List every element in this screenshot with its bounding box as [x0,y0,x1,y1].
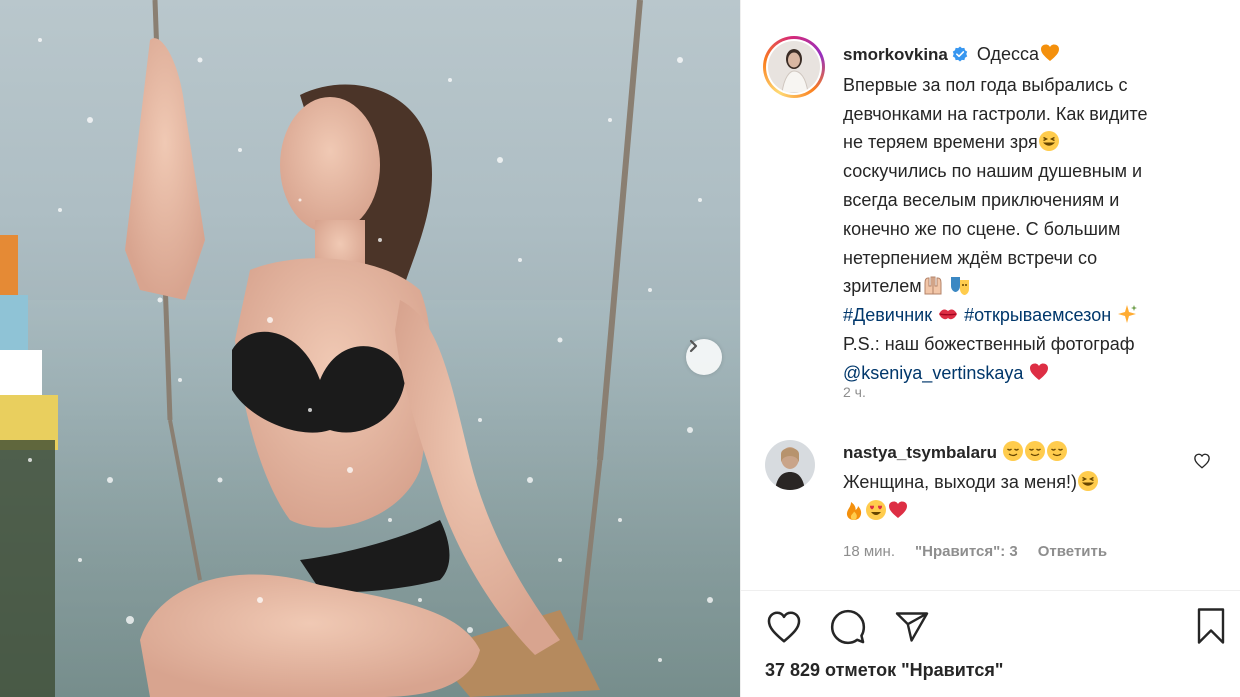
mention-link[interactable]: @kseniya_vertinskaya [843,363,1023,383]
red-heart-icon [887,499,909,521]
like-button[interactable] [763,606,805,648]
caption-line: не теряем времени зря [843,132,1038,153]
share-button[interactable] [891,606,933,648]
comment-like-button[interactable] [1193,452,1211,475]
caption-line: соскучились по нашим душевным и [843,161,1143,182]
commenter-avatar-image [765,440,815,490]
caption-line: девчонками на гастроли. Как видите [843,103,1148,124]
speech-bubble-icon [830,609,866,645]
caption-line: зрителем [843,276,922,297]
divider [741,590,1240,591]
post-time[interactable]: 2 ч. [843,384,866,400]
performing-arts-icon [949,274,971,296]
post-caption: smorkovkina Одесса Впервые за пол года в… [843,40,1223,388]
hashtag-link[interactable]: #открываемсезон [964,305,1111,325]
relieved-face-icon [1002,440,1024,462]
commenter-username[interactable]: nastya_tsymbalaru [843,443,997,462]
bookmark-icon [1197,608,1225,644]
comment: nastya_tsymbalaru Женщина, выходи за мен… [843,438,1183,525]
author-avatar[interactable] [763,36,825,98]
photo-illustration [0,0,740,697]
fire-icon [843,499,865,521]
caption-line: нетерпением ждём встречи со [843,247,1098,268]
ps-line: P.S.: наш божественный фотограф [843,333,1135,354]
relieved-face-icon [1024,440,1046,462]
grinning-squint-face-icon [1077,470,1099,492]
heart-outline-icon [1194,453,1210,469]
grinning-squint-face-icon [1038,130,1060,152]
kiss-mark-icon [937,303,959,325]
comment-meta: 18 мин. "Нравится": 3 Ответить [843,543,1107,560]
chevron-right-icon [689,339,698,353]
heart-outline-icon [767,611,801,643]
caption-line: Впервые за пол года выбрались с [843,74,1128,95]
commenter-avatar[interactable] [765,440,815,490]
author-username[interactable]: smorkovkina [843,45,948,64]
post-location[interactable]: Одесса [977,44,1039,64]
avatar-image [768,41,820,93]
save-button[interactable] [1193,606,1229,651]
sparkles-icon [1116,303,1138,325]
verified-badge-icon [952,42,968,71]
reply-button[interactable]: Ответить [1038,543,1107,560]
red-heart-icon [1028,361,1050,383]
comment-text: Женщина, выходи за меня!) [843,471,1077,492]
caption-line: конечно же по сцене. С большим [843,218,1121,239]
paper-plane-icon [895,612,929,642]
raising-hands-icon [922,274,944,296]
action-bar [763,606,933,648]
heart-eyes-face-icon [865,499,887,521]
caption-line: всегда веселым приключениям и [843,189,1120,210]
orange-heart-icon [1039,42,1061,64]
next-photo-button[interactable] [686,339,722,375]
comment-time[interactable]: 18 мин. [843,543,895,560]
likes-count[interactable]: 37 829 отметок "Нравится" [765,660,1003,681]
post-sidebar: smorkovkina Одесса Впервые за пол года в… [740,0,1240,697]
post-photo[interactable] [0,0,740,697]
relieved-face-icon [1046,440,1068,462]
comment-button[interactable] [827,606,869,648]
comment-likes-count[interactable]: "Нравится": 3 [915,543,1018,560]
hashtag-link[interactable]: #Девичник [843,305,932,325]
